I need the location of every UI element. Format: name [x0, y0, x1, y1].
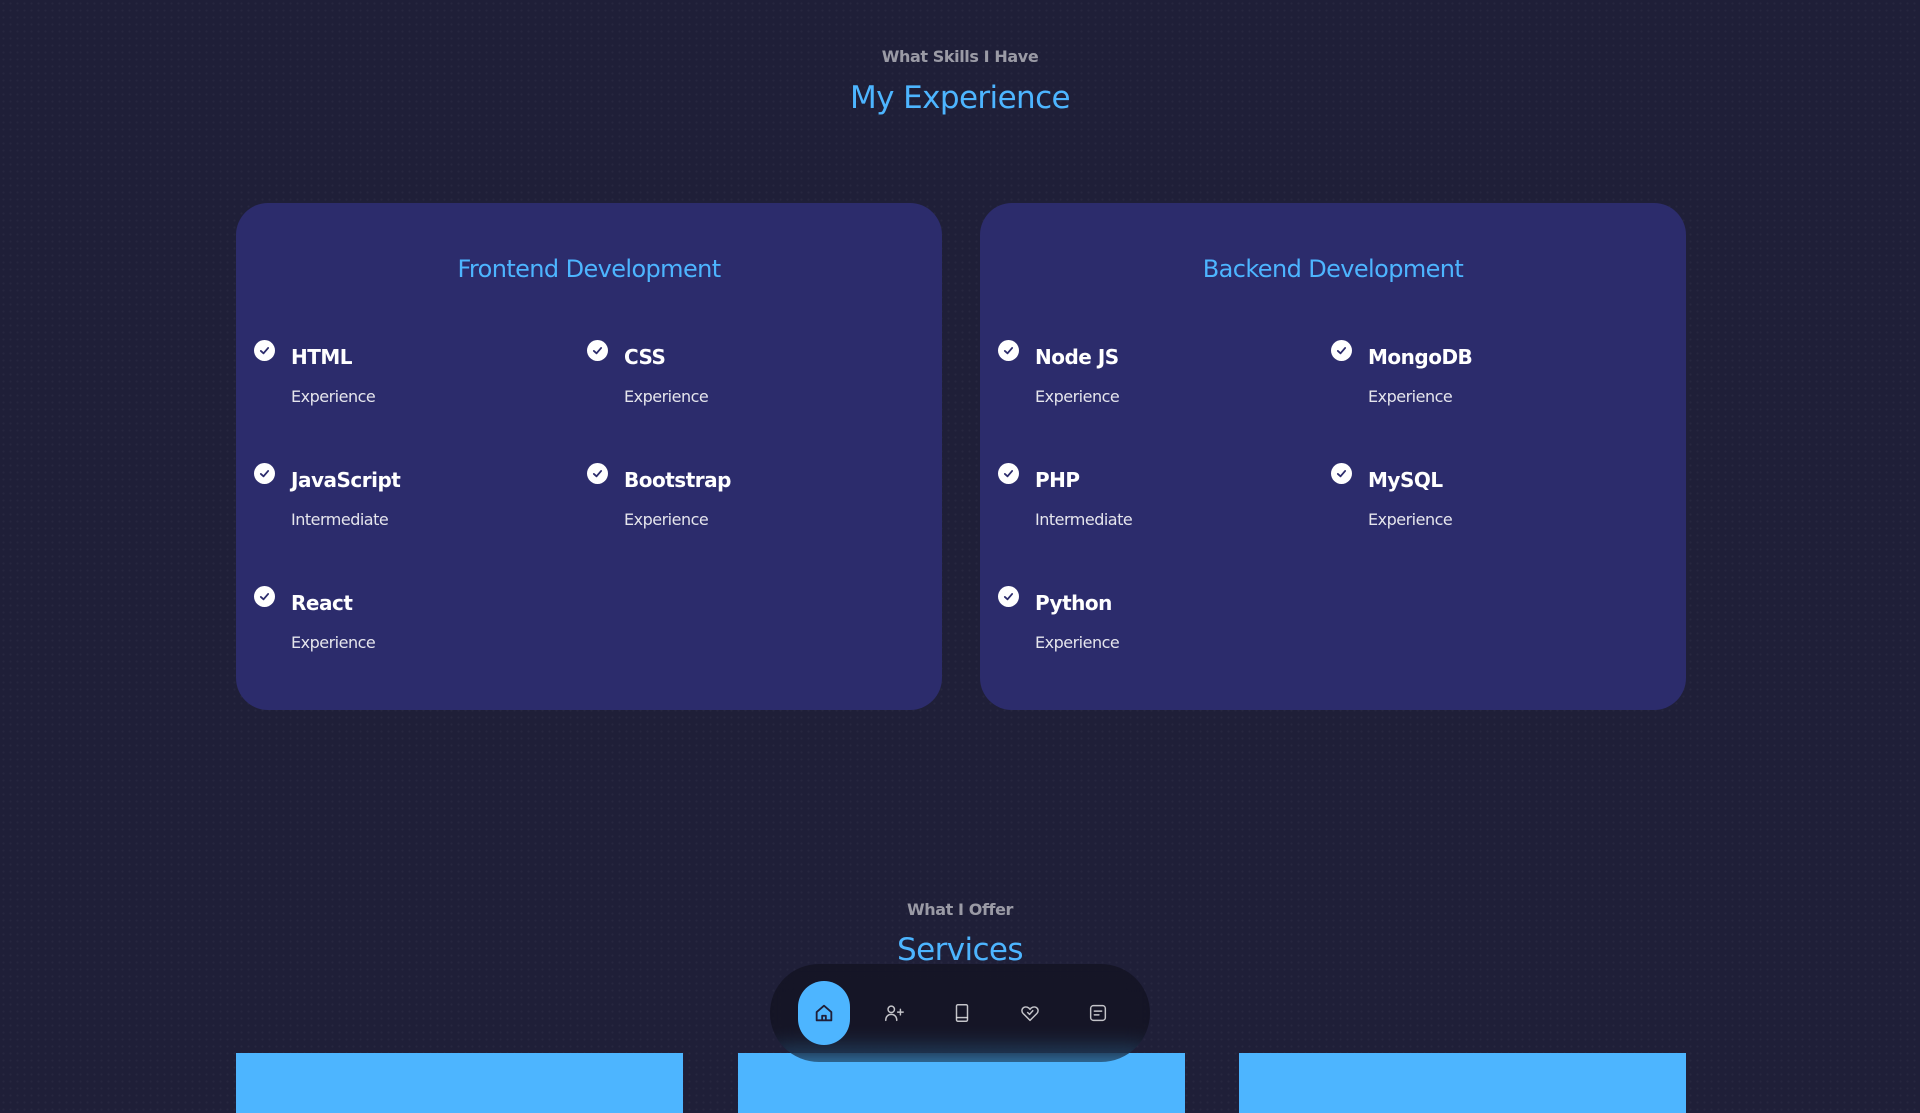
- service-card: [1239, 1053, 1686, 1113]
- skill-item: JavaScript Intermediate: [236, 463, 536, 543]
- skill-name: MongoDB: [1368, 345, 1473, 369]
- experience-eyebrow: What Skills I Have: [881, 47, 1039, 66]
- nav-services-button[interactable]: [1006, 989, 1054, 1037]
- skill-level: Intermediate: [1035, 510, 1133, 529]
- backend-card: Backend Development Node JS Experience M…: [980, 203, 1686, 710]
- skill-item: Bootstrap Experience: [569, 463, 869, 543]
- skill-level: Experience: [1035, 633, 1120, 652]
- nav-about-button[interactable]: [870, 989, 918, 1037]
- skill-item: CSS Experience: [569, 340, 869, 420]
- check-badge-icon: [1331, 340, 1352, 361]
- skill-item: Node JS Experience: [980, 340, 1280, 420]
- skill-name: CSS: [624, 345, 666, 369]
- heart-icon: [1021, 1006, 1039, 1022]
- skill-level: Experience: [1368, 387, 1453, 406]
- user-add-icon: [885, 1005, 904, 1022]
- skill-item: PHP Intermediate: [980, 463, 1280, 543]
- bottom-nav: [770, 964, 1150, 1062]
- check-badge-icon: [998, 340, 1019, 361]
- experience-header: What Skills I Have My Experience: [0, 47, 1920, 116]
- skill-item: React Experience: [236, 586, 536, 666]
- frontend-card-title: Frontend Development: [457, 255, 721, 283]
- skill-level: Experience: [624, 387, 709, 406]
- skill-name: MySQL: [1368, 468, 1443, 492]
- service-card: [236, 1053, 683, 1113]
- check-badge-icon: [587, 463, 608, 484]
- book-icon: [955, 1004, 969, 1022]
- check-badge-icon: [998, 586, 1019, 607]
- skill-item: HTML Experience: [236, 340, 536, 420]
- home-icon: [815, 1004, 833, 1022]
- skill-level: Experience: [1368, 510, 1453, 529]
- services-title: Services: [897, 932, 1024, 968]
- experience-title: My Experience: [849, 80, 1071, 116]
- check-badge-icon: [254, 463, 275, 484]
- services-eyebrow: What I Offer: [906, 900, 1014, 919]
- check-badge-icon: [254, 586, 275, 607]
- skill-name: JavaScript: [291, 468, 401, 492]
- backend-card-title: Backend Development: [1202, 255, 1464, 283]
- check-badge-icon: [1331, 463, 1352, 484]
- skill-level: Experience: [291, 387, 376, 406]
- skill-level: Experience: [624, 510, 709, 529]
- services-header: What I Offer Services: [0, 900, 1920, 968]
- nav-contact-button[interactable]: [1074, 989, 1122, 1037]
- skill-item: MySQL Experience: [1313, 463, 1613, 543]
- service-card: [738, 1053, 1185, 1113]
- nav-home-button[interactable]: [798, 981, 850, 1045]
- nav-experience-button[interactable]: [938, 989, 986, 1037]
- frontend-card: Frontend Development HTML Experience CSS…: [236, 203, 942, 710]
- check-badge-icon: [587, 340, 608, 361]
- message-icon: [1089, 1004, 1107, 1022]
- skill-name: HTML: [291, 345, 353, 369]
- skill-item: Python Experience: [980, 586, 1280, 666]
- skill-item: MongoDB Experience: [1313, 340, 1613, 420]
- check-badge-icon: [998, 463, 1019, 484]
- skill-name: PHP: [1035, 468, 1080, 492]
- skill-name: Python: [1035, 591, 1112, 615]
- skill-level: Experience: [1035, 387, 1120, 406]
- skill-name: Bootstrap: [624, 468, 731, 492]
- skill-level: Experience: [291, 633, 376, 652]
- skill-name: Node JS: [1035, 345, 1119, 369]
- check-badge-icon: [254, 340, 275, 361]
- skill-name: React: [291, 591, 353, 615]
- skill-level: Intermediate: [291, 510, 389, 529]
